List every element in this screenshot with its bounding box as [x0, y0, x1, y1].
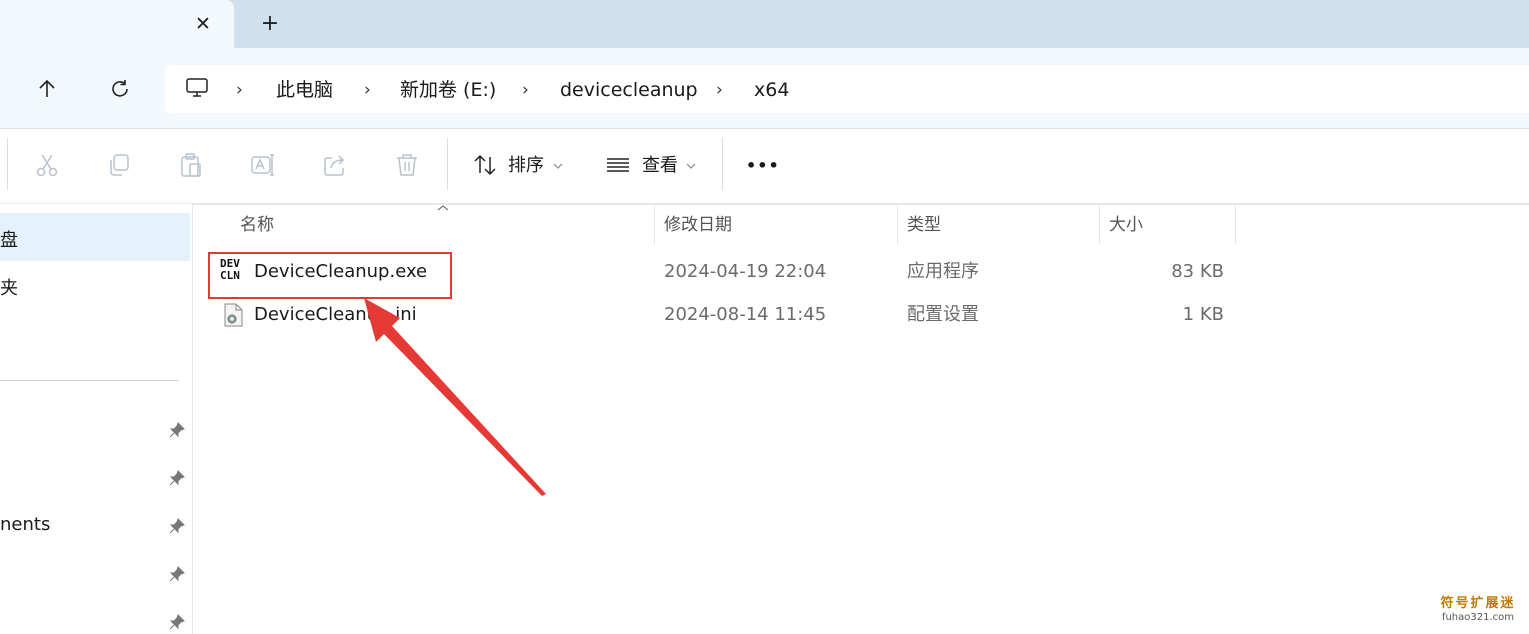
watermark: 符号扩展迷 fuhao321.com: [1430, 596, 1526, 630]
rename-icon: [251, 154, 274, 176]
toolbar-divider: [447, 138, 448, 190]
rename-button[interactable]: [248, 150, 278, 180]
sort-ascending-icon: [437, 205, 449, 211]
breadcrumb-this-pc[interactable]: 此电脑: [276, 78, 333, 102]
annotation-arrow: [364, 298, 546, 496]
arrow-up-icon: [39, 79, 55, 97]
navigation-pane: [0, 204, 193, 634]
file-type: 应用程序: [907, 261, 979, 282]
pin-icon: [169, 518, 185, 534]
sidebar-item-selected[interactable]: [0, 213, 190, 261]
column-header-type[interactable]: 类型: [907, 213, 941, 237]
sort-button-icon-wrap[interactable]: [470, 150, 500, 180]
toolbar-divider: [722, 138, 723, 190]
watermark-line1: 符号扩展迷: [1440, 596, 1516, 611]
file-modified: 2024-04-19 22:04: [664, 261, 827, 282]
column-header-size[interactable]: 大小: [1109, 213, 1143, 237]
sidebar-item-label[interactable]: 盘: [0, 226, 18, 252]
this-pc-icon: [186, 78, 208, 97]
file-size: 1 KB: [1182, 304, 1224, 325]
cut-icon: [36, 154, 58, 177]
copy-icon: [110, 154, 129, 176]
column-header-name[interactable]: 名称: [240, 213, 274, 237]
breadcrumb-separator: ›: [522, 80, 529, 100]
pin-icon: [169, 566, 185, 582]
delete-button[interactable]: [392, 150, 422, 180]
more-options-button[interactable]: •••: [746, 154, 780, 178]
sidebar-item-label[interactable]: nents: [0, 514, 50, 535]
sort-button[interactable]: 排序: [508, 154, 544, 178]
paste-button[interactable]: [176, 150, 206, 180]
sort-icon: [474, 154, 496, 176]
breadcrumb-separator: ›: [716, 80, 723, 100]
cut-button[interactable]: [32, 150, 62, 180]
column-divider[interactable]: [1099, 204, 1100, 244]
breadcrumb-devicecleanup[interactable]: devicecleanup: [560, 78, 698, 102]
refresh-icon: [112, 80, 128, 97]
share-icon: [324, 155, 345, 176]
file-modified: 2024-08-14 11:45: [664, 304, 827, 325]
paste-icon: [181, 153, 201, 177]
tab-close-button[interactable]: ✕: [190, 10, 216, 38]
view-list-icon: [607, 158, 629, 172]
share-button[interactable]: [320, 150, 350, 180]
column-divider[interactable]: [1235, 204, 1236, 244]
up-button[interactable]: [27, 69, 67, 109]
pin-icon: [169, 614, 185, 630]
refresh-button[interactable]: [100, 69, 140, 109]
column-divider[interactable]: [654, 204, 655, 244]
file-type: 配置设置: [907, 304, 979, 325]
ini-settings-icon: [224, 303, 243, 327]
column-divider[interactable]: [897, 204, 898, 244]
breadcrumb-separator: ›: [236, 80, 243, 100]
watermark-line2: fuhao321.com: [1441, 612, 1515, 623]
toolbar-divider: [7, 138, 8, 190]
sidebar-item-label[interactable]: 夹: [0, 274, 18, 300]
new-tab-button[interactable]: +: [256, 10, 284, 38]
breadcrumb-drive-e[interactable]: 新加卷 (E:): [400, 78, 496, 102]
column-header-modified[interactable]: 修改日期: [664, 213, 732, 237]
breadcrumb-separator: ›: [364, 80, 371, 100]
chevron-down-icon: [553, 163, 563, 169]
sidebar-divider: [0, 380, 178, 381]
pin-icon: [169, 470, 185, 486]
view-button[interactable]: 查看: [642, 154, 678, 178]
file-size: 83 KB: [1171, 261, 1224, 282]
delete-icon: [397, 154, 417, 176]
chevron-down-icon: [686, 163, 696, 169]
view-button-icon-wrap[interactable]: [603, 150, 633, 180]
pin-icon: [169, 422, 185, 438]
breadcrumb-x64[interactable]: x64: [754, 78, 789, 102]
copy-button[interactable]: [104, 150, 134, 180]
